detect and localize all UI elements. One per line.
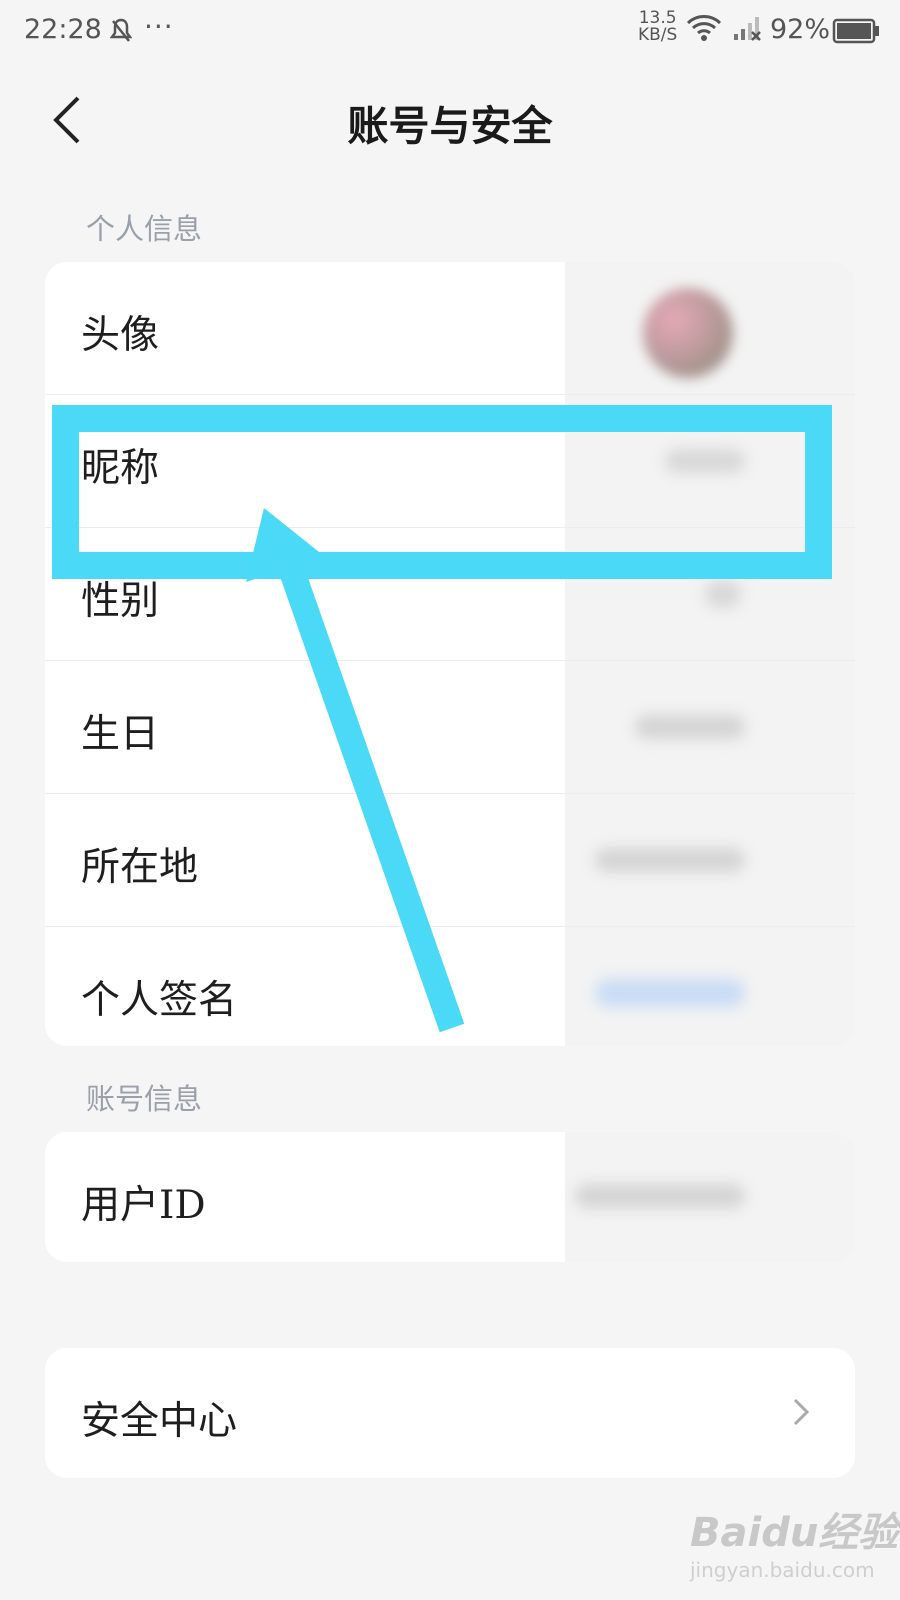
battery-level: 92% (770, 14, 831, 45)
row-label: 安全中心 (81, 1399, 238, 1444)
row-avatar[interactable]: 头像 (45, 262, 855, 395)
account-info-card: 用户ID (45, 1132, 855, 1262)
net-speed: 13.5 KB/S (638, 10, 677, 44)
clock: 22:28 (24, 14, 102, 45)
birthday-value (635, 715, 745, 739)
section-label-account: 账号信息 (86, 1082, 203, 1116)
chevron-right-icon (791, 1396, 811, 1432)
status-bar: 22:28 ··· 13.5 KB/S 92% (0, 0, 900, 66)
more-icon: ··· (144, 10, 174, 43)
row-location[interactable]: 所在地 (45, 794, 855, 927)
personal-info-card: 头像 昵称 性别 生日 所在地 个人签名 (45, 262, 855, 1046)
signature-value (595, 979, 745, 1007)
location-value (595, 848, 745, 872)
row-gender[interactable]: 性别 (45, 528, 855, 661)
bell-off-icon (109, 18, 133, 48)
nav-header: 账号与安全 (0, 70, 900, 170)
gender-value (705, 580, 741, 608)
avatar (643, 288, 733, 378)
row-label: 所在地 (81, 845, 199, 890)
net-speed-unit: KB/S (638, 25, 678, 45)
watermark-url: jingyan.baidu.com (690, 1558, 875, 1582)
watermark: Baidu经验 jingyan.baidu.com (690, 1500, 898, 1582)
row-signature[interactable]: 个人签名 (45, 927, 855, 1046)
row-user-id[interactable]: 用户ID (45, 1132, 855, 1262)
nickname-value (665, 449, 745, 473)
user-id-value (575, 1184, 745, 1208)
page-title: 账号与安全 (347, 102, 553, 150)
wifi-icon (686, 14, 722, 46)
row-label: 用户ID (81, 1183, 206, 1228)
row-label: 生日 (81, 712, 160, 757)
signal-icon (732, 14, 764, 46)
section-label-personal: 个人信息 (86, 212, 203, 246)
row-label: 头像 (81, 313, 160, 358)
row-label: 个人签名 (81, 978, 238, 1023)
row-birthday[interactable]: 生日 (45, 661, 855, 794)
row-nickname[interactable]: 昵称 (45, 395, 855, 528)
security-center-card[interactable]: 安全中心 (45, 1348, 855, 1478)
row-label: 性别 (81, 579, 160, 624)
watermark-brand: Baidu经验 (690, 1510, 899, 1556)
battery-icon (832, 18, 880, 48)
row-label: 昵称 (81, 446, 160, 491)
row-security-center[interactable]: 安全中心 (45, 1348, 855, 1478)
